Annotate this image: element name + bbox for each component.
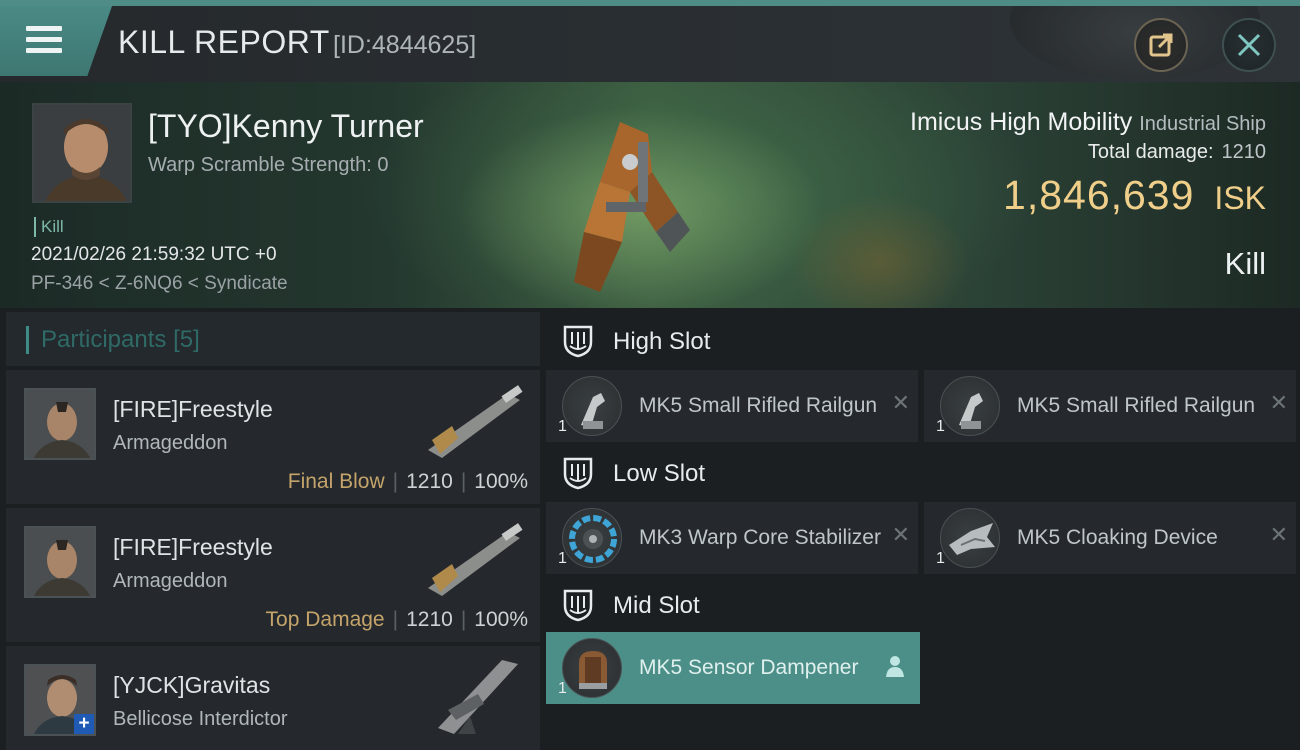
report-id: [ID:4844625]: [333, 31, 477, 59]
close-button[interactable]: [1222, 18, 1276, 72]
result-label: Kill: [1224, 246, 1266, 281]
railgun-icon: [940, 376, 1000, 436]
high-slot-header: High Slot: [546, 316, 1296, 366]
weapon-icon: [438, 660, 518, 734]
module-quantity: 1: [558, 418, 567, 435]
module-quantity: 1: [936, 550, 945, 567]
low-slot-header: Low Slot: [546, 448, 1296, 498]
participant-percent: 100%: [474, 608, 528, 631]
total-damage-value: 1210: [1221, 141, 1267, 163]
participant-stats: Top Damage | 1210 | 100%: [265, 608, 528, 631]
participant-row[interactable]: + [YJCK]Gravitas Bellicose Interdictor: [6, 646, 540, 750]
participant-damage: 1210: [406, 608, 453, 631]
total-damage: Total damage: 1210: [1088, 141, 1266, 164]
isk-unit: ISK: [1214, 180, 1266, 216]
victim-name: [TYO]Kenny Turner: [148, 108, 424, 144]
ship-class: Industrial Ship: [1139, 113, 1266, 135]
weapon-icon: [428, 385, 523, 458]
ship-image: [574, 122, 690, 292]
module-card[interactable]: 1 MK5 Small Rifled Railgun ✕: [924, 370, 1296, 442]
sensor-dampener-icon: [562, 638, 622, 698]
railgun-icon: [562, 376, 622, 436]
weapon-icon: [428, 523, 523, 596]
kill-location: PF-346 < Z-6NQ6 < Syndicate: [31, 273, 288, 294]
participants-header: Participants [5]: [6, 312, 540, 366]
participant-avatar: +: [24, 664, 96, 736]
pilot-portrait-icon: [26, 528, 94, 596]
destroyed-icon: ✕: [1269, 522, 1288, 547]
mid-slot-title: Mid Slot: [613, 592, 700, 619]
share-icon: [1149, 33, 1173, 57]
participant-avatar: [24, 526, 96, 598]
participant-percent: 100%: [474, 470, 528, 493]
ship-name: Imicus High Mobility Industrial Ship: [910, 108, 1266, 137]
hamburger-icon: [26, 26, 62, 56]
module-name: MK5 Small Rifled Railgun: [639, 394, 878, 417]
module-quantity: 1: [936, 418, 945, 435]
person-icon: [886, 656, 904, 677]
participant-name: [FIRE]Freestyle: [113, 534, 273, 560]
participants-count: [5]: [173, 326, 200, 353]
participants-title: Participants [5]: [26, 326, 200, 354]
high-slot-icon: [563, 325, 593, 358]
total-damage-label: Total damage:: [1087, 141, 1214, 163]
participant-row[interactable]: [FIRE]Freestyle Armageddon Top Damage | 12…: [6, 508, 540, 642]
module-name: MK5 Sensor Dampener: [639, 656, 859, 679]
victim-avatar[interactable]: [32, 103, 132, 203]
participant-damage: 1210: [406, 470, 453, 493]
participant-row[interactable]: [FIRE]Freestyle Armageddon Final Blow | 12…: [6, 370, 540, 504]
high-slot-title: High Slot: [613, 328, 711, 355]
warp-scramble-strength: Warp Scramble Strength: 0: [148, 154, 389, 176]
mid-slot-header: Mid Slot: [546, 580, 1296, 630]
participant-tag: Top Damage: [265, 608, 385, 631]
module-name: MK3 Warp Core Stabilizer: [639, 526, 881, 549]
isk-value-row: 1,846,639 ISK: [1003, 172, 1266, 219]
kill-tag: Kill: [34, 217, 64, 237]
kill-timestamp: 2021/02/26 21:59:32 UTC +0: [31, 244, 277, 265]
ship-type: Imicus High Mobility: [910, 108, 1133, 136]
module-quantity: 1: [558, 680, 567, 697]
participant-tag: Final Blow: [287, 470, 385, 493]
plus-badge-icon: +: [74, 714, 94, 734]
module-name: MK5 Small Rifled Railgun: [1017, 394, 1256, 417]
page-title: KILL REPORT: [118, 24, 330, 60]
low-slot-icon: [563, 457, 593, 490]
participant-ship: Armageddon: [113, 432, 228, 454]
share-button[interactable]: [1134, 18, 1188, 72]
destroyed-icon: ✕: [891, 390, 910, 415]
cloaking-device-icon: [940, 508, 1000, 568]
mid-slot-icon: [563, 589, 593, 622]
participant-ship: Armageddon: [113, 570, 228, 592]
participant-stats: Final Blow | 1210 | 100%: [287, 470, 528, 493]
destroyed-icon: ✕: [1269, 390, 1288, 415]
module-card[interactable]: 1 MK5 Small Rifled Railgun ✕: [546, 370, 918, 442]
module-card[interactable]: 1 MK5 Cloaking Device ✕: [924, 502, 1296, 574]
low-slot-title: Low Slot: [613, 460, 706, 487]
close-icon: [1237, 33, 1261, 57]
isk-value: 1,846,639: [1003, 172, 1195, 218]
participant-name: [FIRE]Freestyle: [113, 396, 273, 422]
participant-name: [YJCK]Gravitas: [113, 672, 271, 698]
module-card[interactable]: 1 MK5 Sensor Dampener: [546, 632, 920, 704]
pilot-portrait-icon: [34, 105, 130, 201]
participant-ship: Bellicose Interdictor: [113, 708, 288, 730]
module-name: MK5 Cloaking Device: [1017, 526, 1218, 549]
module-quantity: 1: [558, 550, 567, 567]
pilot-portrait-icon: [26, 390, 94, 458]
participants-label: Participants: [41, 326, 167, 353]
module-card[interactable]: 1 MK3 Warp Core Stabilizer ✕: [546, 502, 918, 574]
participant-avatar: [24, 388, 96, 460]
warp-core-stabilizer-icon: [562, 508, 622, 568]
destroyed-icon: ✕: [891, 522, 910, 547]
